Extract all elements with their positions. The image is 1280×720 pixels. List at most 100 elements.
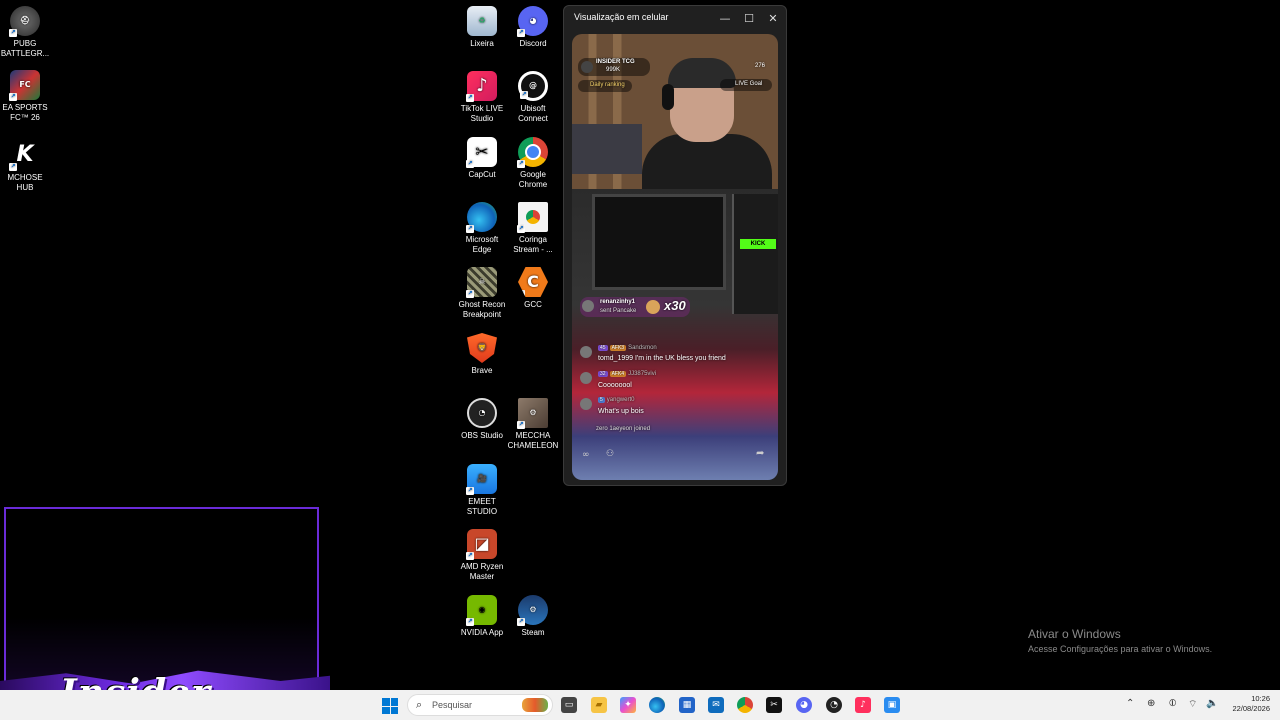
task-view-icon[interactable]: ▭: [561, 697, 577, 713]
desktop-icon-nvidia[interactable]: ◉ ↗ NVIDIA App: [455, 595, 509, 638]
desktop-icon-label: BATTLEGR...: [0, 49, 50, 58]
clock-date: 22/08/2026: [1232, 704, 1270, 713]
close-button[interactable]: ✕: [761, 8, 785, 28]
desktop-icon-label: Lixeira: [470, 39, 494, 48]
desktop-icon-amd[interactable]: ◪ ↗ AMD Ryzen Master: [455, 529, 509, 582]
search-box[interactable]: ⌕ Pesquisar: [407, 694, 553, 716]
people-icon[interactable]: ⚇: [606, 449, 614, 459]
desktop-icon-label: PUBG: [13, 39, 37, 48]
emeet-taskbar-icon[interactable]: ▣: [884, 697, 900, 713]
file-explorer-icon[interactable]: ▰: [591, 697, 607, 713]
live-stream-preview[interactable]: KICK INSIDER TCG 999K Daily ranking 276 …: [572, 34, 778, 480]
desktop-icon-gcc[interactable]: C ↗ GCC: [506, 267, 560, 310]
desktop-icon-discord[interactable]: ◕ ↗ Discord: [506, 6, 560, 49]
monitor: [592, 194, 726, 290]
desktop-icon-label: Stream - ...: [513, 245, 553, 254]
chat-meta: 32 AFK4 JJ3875vivi: [598, 371, 656, 377]
joined-notice: zero 1aeyeon joined: [596, 426, 651, 432]
steam-icon: ⚙ ↗: [517, 595, 548, 626]
desktop-icon-label: Brave: [471, 366, 493, 375]
ubisoft-icon: @ ↗: [518, 71, 548, 101]
desktop-icon-brave[interactable]: 🦁 Brave: [455, 333, 509, 376]
chat-meta: 45 AFK3 Sandsmon: [598, 345, 657, 351]
desktop-icon-label: CapCut: [468, 170, 496, 179]
desktop-icon-obs[interactable]: ◔ OBS Studio: [455, 398, 509, 441]
tag-badge: AFK4: [609, 371, 627, 377]
volume-icon[interactable]: 🔈: [1206, 698, 1218, 709]
maximize-button[interactable]: ☐: [737, 8, 761, 28]
desktop-icon-emeet[interactable]: 🎥 ↗ EMEET STUDIO: [455, 464, 509, 517]
desktop-icon-label: AMD Ryzen: [460, 562, 504, 571]
capcut-taskbar-icon[interactable]: ✂: [766, 697, 782, 713]
desktop-icon-ea-fc[interactable]: FC ↗ EA SPORTS FC™ 26: [0, 70, 52, 123]
activation-subtitle: Acesse Configurações para ativar o Windo…: [1028, 644, 1213, 654]
ea-fc-icon: FC ↗: [9, 70, 40, 101]
capcut-icon: ✂ ↗: [466, 137, 497, 168]
outlook-icon[interactable]: ✉: [708, 697, 724, 713]
desktop-icon-label: Master: [469, 572, 495, 581]
gcc-icon: C ↗: [518, 267, 548, 297]
desktop-icon-label: FC™ 26: [10, 113, 40, 122]
clock-time: 10:26: [1251, 694, 1270, 703]
edge-taskbar-icon[interactable]: [649, 697, 665, 713]
tiktok-taskbar-icon[interactable]: ♪: [855, 697, 871, 713]
chrome-taskbar-icon[interactable]: [737, 697, 753, 713]
discord-taskbar-icon[interactable]: ◕: [796, 697, 812, 713]
share-icon[interactable]: ➦: [756, 448, 764, 459]
desktop-icon-label: Chrome: [518, 180, 548, 189]
chat-meta: 5 yangwert0: [598, 397, 634, 403]
amd-icon: ◪ ↗: [466, 529, 497, 560]
kick-label: KICK: [740, 239, 776, 249]
desktop-icon-coringa[interactable]: ↗ Coringa Stream - ...: [506, 202, 560, 255]
desktop-icon-meccha[interactable]: ⚙ ↗ MECCHA CHAMELEON: [506, 398, 560, 451]
desktop-icon-ghost-recon[interactable]: ☠ ↗ Ghost Recon Breakpoint: [455, 267, 509, 320]
streamer-body: [642, 134, 772, 194]
headset-icon: [662, 84, 674, 110]
start-button[interactable]: [382, 698, 398, 714]
desktop-icon-label: Discord: [519, 39, 547, 48]
obs-taskbar-icon[interactable]: ◔: [826, 697, 842, 713]
channel-name: INSIDER TCG: [596, 59, 635, 65]
clock[interactable]: 10:26 22/08/2026: [1232, 694, 1270, 714]
search-icon: ⌕: [416, 698, 423, 711]
desktop-icon-recycle-bin[interactable]: ♻ Lixeira: [455, 6, 509, 49]
desktop-icon-mchose[interactable]: K ↗ MCHOSE HUB: [0, 140, 52, 193]
desktop-icon-chrome[interactable]: ↗ Google Chrome: [506, 137, 560, 190]
desktop-icon-ubisoft[interactable]: @ ↗ Ubisoft Connect: [506, 71, 560, 124]
desktop-icon-steam[interactable]: ⚙ ↗ Steam: [506, 595, 560, 638]
copilot-icon[interactable]: ✦: [620, 697, 636, 713]
link-icon[interactable]: ∞: [582, 450, 590, 460]
desktop-icon-label: Ubisoft: [520, 104, 546, 113]
stream-overlay-frame: [4, 507, 319, 692]
viewer-count: 276: [755, 63, 766, 69]
desktop-icon-tiktok-live[interactable]: ♪ ↗ TikTok LIVE Studio: [455, 71, 509, 124]
desktop-icon-label: Breakpoint: [462, 310, 502, 319]
recycle-bin-icon: ♻: [467, 6, 497, 36]
desktop-icon-label: Edge: [472, 245, 492, 254]
network-icon[interactable]: ⊕: [1147, 698, 1155, 709]
wifi-icon[interactable]: ⌔: [1188, 698, 1197, 711]
coringa-icon: ↗: [517, 202, 548, 233]
desktop-icon-label: TikTok LIVE: [460, 104, 504, 113]
level-badge: 32: [598, 371, 608, 377]
desktop-icon-pubg[interactable]: ⛑ ↗ PUBG BATTLEGR...: [0, 6, 52, 59]
level-badge: 5: [598, 397, 605, 403]
discord-icon: ◕ ↗: [517, 6, 548, 37]
store-icon[interactable]: ▦: [679, 697, 695, 713]
chat-avatar: [580, 372, 592, 384]
desktop-icon-label: NVIDIA App: [460, 628, 504, 637]
desktop-icon-label: CHAMELEON: [507, 441, 559, 450]
minimize-button[interactable]: —: [713, 8, 737, 28]
daily-ranking-label: Daily ranking: [590, 82, 625, 88]
meccha-icon: ⚙ ↗: [517, 398, 548, 429]
search-placeholder: Pesquisar: [432, 700, 473, 710]
desktop-icon-edge[interactable]: ↗ Microsoft Edge: [455, 202, 509, 255]
chevron-up-icon[interactable]: ⌃: [1126, 698, 1134, 709]
microphone-icon[interactable]: ⦶: [1169, 698, 1176, 709]
phone-preview-window: Visualização em celular — ☐ ✕ KICK INSID…: [563, 5, 787, 486]
desktop-icon-label: EMEET: [468, 497, 496, 506]
edge-icon: ↗: [466, 202, 497, 233]
desktop-icon-capcut[interactable]: ✂ ↗ CapCut: [455, 137, 509, 180]
gift-count: x30: [664, 298, 686, 313]
chat-message: tomd_1999 I'm in the UK bless you friend: [598, 355, 726, 362]
